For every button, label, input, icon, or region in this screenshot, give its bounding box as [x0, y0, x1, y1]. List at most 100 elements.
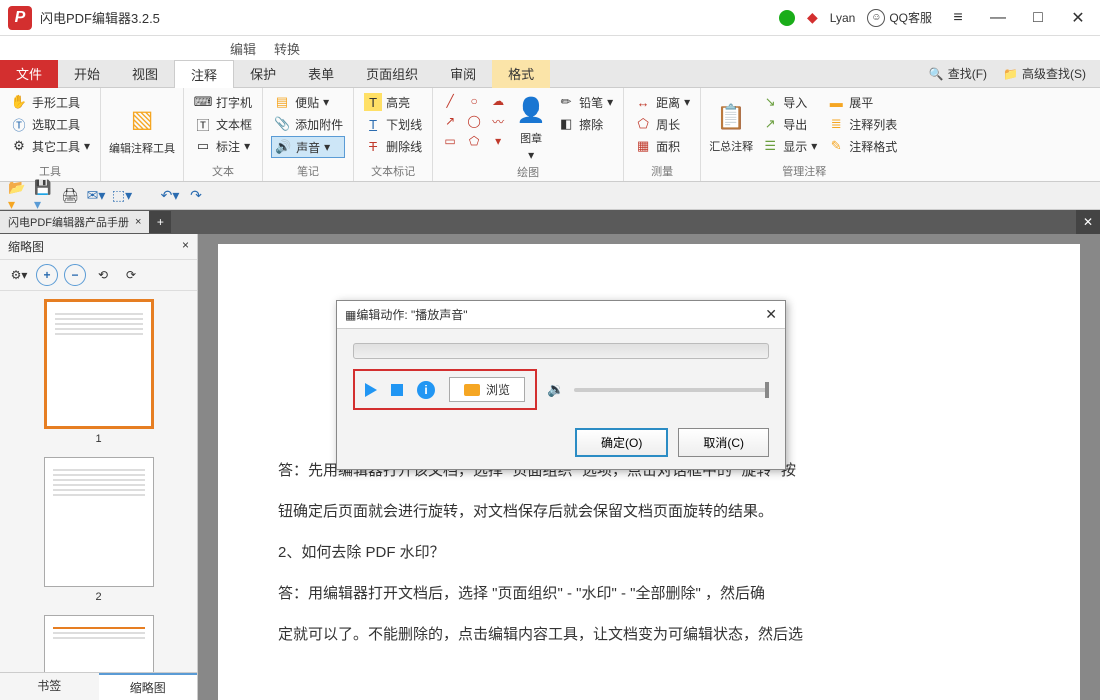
underline-tool[interactable]: T下划线 — [362, 114, 424, 134]
polyline-shape[interactable]: 〰 — [489, 112, 507, 130]
line-shape[interactable]: ╱ — [441, 92, 459, 110]
area-tool[interactable]: ▦面积 — [632, 136, 692, 156]
speaker-icon[interactable]: 🔉 — [547, 381, 564, 398]
menu-edit[interactable]: 编辑 — [230, 39, 256, 58]
perimeter-tool[interactable]: ⬠周长 — [632, 114, 692, 134]
tab-annotate[interactable]: 注释 — [174, 60, 234, 88]
export-icon: ↗ — [761, 115, 779, 133]
cloud-shape[interactable]: ☁ — [489, 92, 507, 110]
chevron-down-icon: ▾ — [811, 139, 817, 153]
browse-button[interactable]: 浏览 — [449, 377, 525, 402]
find-button[interactable]: 🔍查找(F) — [923, 63, 993, 84]
close-tab-icon[interactable]: × — [135, 216, 141, 228]
summary-tool[interactable]: 📋 汇总注释 — [709, 92, 753, 161]
bookmarks-tab[interactable]: 书签 — [0, 673, 99, 700]
rotate-ccw-icon[interactable]: ⟲ — [92, 264, 114, 286]
thumbnail-3[interactable]: 🗐 3 — [44, 615, 154, 672]
sticky-note-tool[interactable]: ▤便贴▾ — [271, 92, 345, 112]
menu-bar: 编辑 转换 — [0, 36, 1100, 60]
pentagon-shape[interactable]: ⬠ — [465, 132, 483, 150]
print-icon[interactable]: 🖨 — [60, 186, 80, 206]
thumbnail-2[interactable]: 2 — [44, 457, 154, 603]
more-shapes[interactable]: ▾ — [489, 132, 507, 150]
rotate-cw-icon[interactable]: ⟳ — [120, 264, 142, 286]
hand-tool[interactable]: ✋手形工具 — [8, 92, 92, 112]
redo-icon[interactable]: ↷ — [186, 186, 206, 206]
dialog-close-icon[interactable]: ✕ — [765, 306, 777, 323]
add-tab-button[interactable]: + — [149, 211, 171, 233]
callout-tool[interactable]: ▭标注▾ — [192, 136, 254, 156]
qq-support[interactable]: ☺ QQ客服 — [867, 9, 932, 27]
minimize-button[interactable]: — — [984, 4, 1012, 32]
oval-shape[interactable]: ◯ — [465, 112, 483, 130]
mail-icon[interactable]: ✉▾ — [86, 186, 106, 206]
document-tab[interactable]: 闪电PDF编辑器产品手册 × — [0, 211, 149, 233]
menu-button[interactable]: ≡ — [944, 4, 972, 32]
thumbnails[interactable]: 1 2 🗐 3 — [0, 291, 197, 672]
strike-tool[interactable]: T删除线 — [362, 136, 424, 156]
panel-options-icon[interactable]: ⚙▾ — [8, 264, 30, 286]
attach-icon: 📎 — [273, 115, 291, 133]
zoom-in-icon[interactable]: + — [36, 264, 58, 286]
chevron-down-icon: ▾ — [84, 139, 90, 153]
progress-track[interactable] — [353, 343, 769, 359]
sound-tool[interactable]: 🔊声音▾ — [271, 136, 345, 158]
chevron-down-icon: ▾ — [528, 148, 534, 162]
tab-pageorg[interactable]: 页面组织 — [350, 60, 434, 88]
info-button[interactable]: i — [417, 381, 435, 399]
circle-shape[interactable]: ○ — [465, 92, 483, 110]
advanced-find-button[interactable]: 📁高级查找(S) — [997, 63, 1092, 84]
user-name[interactable]: Lyan — [830, 11, 856, 25]
thumbnail-1[interactable]: 1 — [44, 299, 154, 445]
thumbnails-tab[interactable]: 缩略图 — [99, 673, 198, 700]
typewriter-tool[interactable]: ⌨打字机 — [192, 92, 254, 112]
perimeter-icon: ⬠ — [634, 115, 652, 133]
tab-format[interactable]: 格式 — [492, 60, 550, 88]
close-button[interactable]: ✕ — [1064, 4, 1092, 32]
textbox-tool[interactable]: 🅃文本框 — [192, 114, 254, 134]
rect-shape[interactable]: ▭ — [441, 132, 459, 150]
cancel-button[interactable]: 取消(C) — [678, 428, 769, 457]
tab-file[interactable]: 文件 — [0, 60, 58, 88]
textbox-icon: 🅃 — [194, 115, 212, 133]
select-tool[interactable]: Ⓣ选取工具 — [8, 114, 92, 134]
import-anno[interactable]: ↘导入 — [759, 92, 819, 112]
close-all-button[interactable]: ✕ — [1076, 210, 1100, 234]
other-tools[interactable]: ⚙其它工具▾ — [8, 136, 92, 156]
zoom-out-icon[interactable]: − — [64, 264, 86, 286]
volume-slider[interactable] — [574, 388, 769, 392]
arrow-shape[interactable]: ↗ — [441, 112, 459, 130]
tab-protect[interactable]: 保护 — [234, 60, 292, 88]
open-icon[interactable]: 📂▾ — [8, 186, 28, 206]
highlight-tool[interactable]: T高亮 — [362, 92, 424, 112]
ribbon-tabs: 文件 开始 视图 注释 保护 表单 页面组织 审阅 格式 🔍查找(F) 📁高级查… — [0, 60, 1100, 88]
wechat-icon[interactable] — [779, 10, 795, 26]
show-anno[interactable]: ☰显示▾ — [759, 136, 819, 156]
tab-view[interactable]: 视图 — [116, 60, 174, 88]
scan-icon[interactable]: ⬚▾ — [112, 186, 132, 206]
attach-tool[interactable]: 📎添加附件 — [271, 114, 345, 134]
smile-icon: ☺ — [867, 9, 885, 27]
maximize-button[interactable]: □ — [1024, 4, 1052, 32]
distance-tool[interactable]: ↔距离▾ — [632, 92, 692, 112]
export-anno[interactable]: ↗导出 — [759, 114, 819, 134]
edit-annotation-tool[interactable]: ▧ 编辑注释工具 — [109, 92, 175, 165]
tab-review[interactable]: 审阅 — [434, 60, 492, 88]
gear-icon: ⚙ — [10, 137, 28, 155]
panel-close-icon[interactable]: × — [182, 238, 189, 255]
save-icon[interactable]: 💾▾ — [34, 186, 54, 206]
flatten-anno[interactable]: ▬展平 — [825, 92, 899, 112]
tab-start[interactable]: 开始 — [58, 60, 116, 88]
tab-form[interactable]: 表单 — [292, 60, 350, 88]
anno-format[interactable]: ✎注释格式 — [825, 136, 899, 156]
ok-button[interactable]: 确定(O) — [575, 428, 668, 457]
menu-convert[interactable]: 转换 — [274, 39, 300, 58]
chevron-down-icon: ▾ — [244, 139, 250, 153]
stamp-tool[interactable]: 👤 图章▾ — [513, 92, 549, 162]
anno-list[interactable]: ≣注释列表 — [825, 114, 899, 134]
play-button[interactable] — [365, 383, 377, 397]
undo-icon[interactable]: ↶▾ — [160, 186, 180, 206]
eraser-tool[interactable]: ◧擦除 — [555, 114, 615, 134]
pencil-tool[interactable]: ✏铅笔▾ — [555, 92, 615, 112]
stop-button[interactable] — [391, 384, 403, 396]
